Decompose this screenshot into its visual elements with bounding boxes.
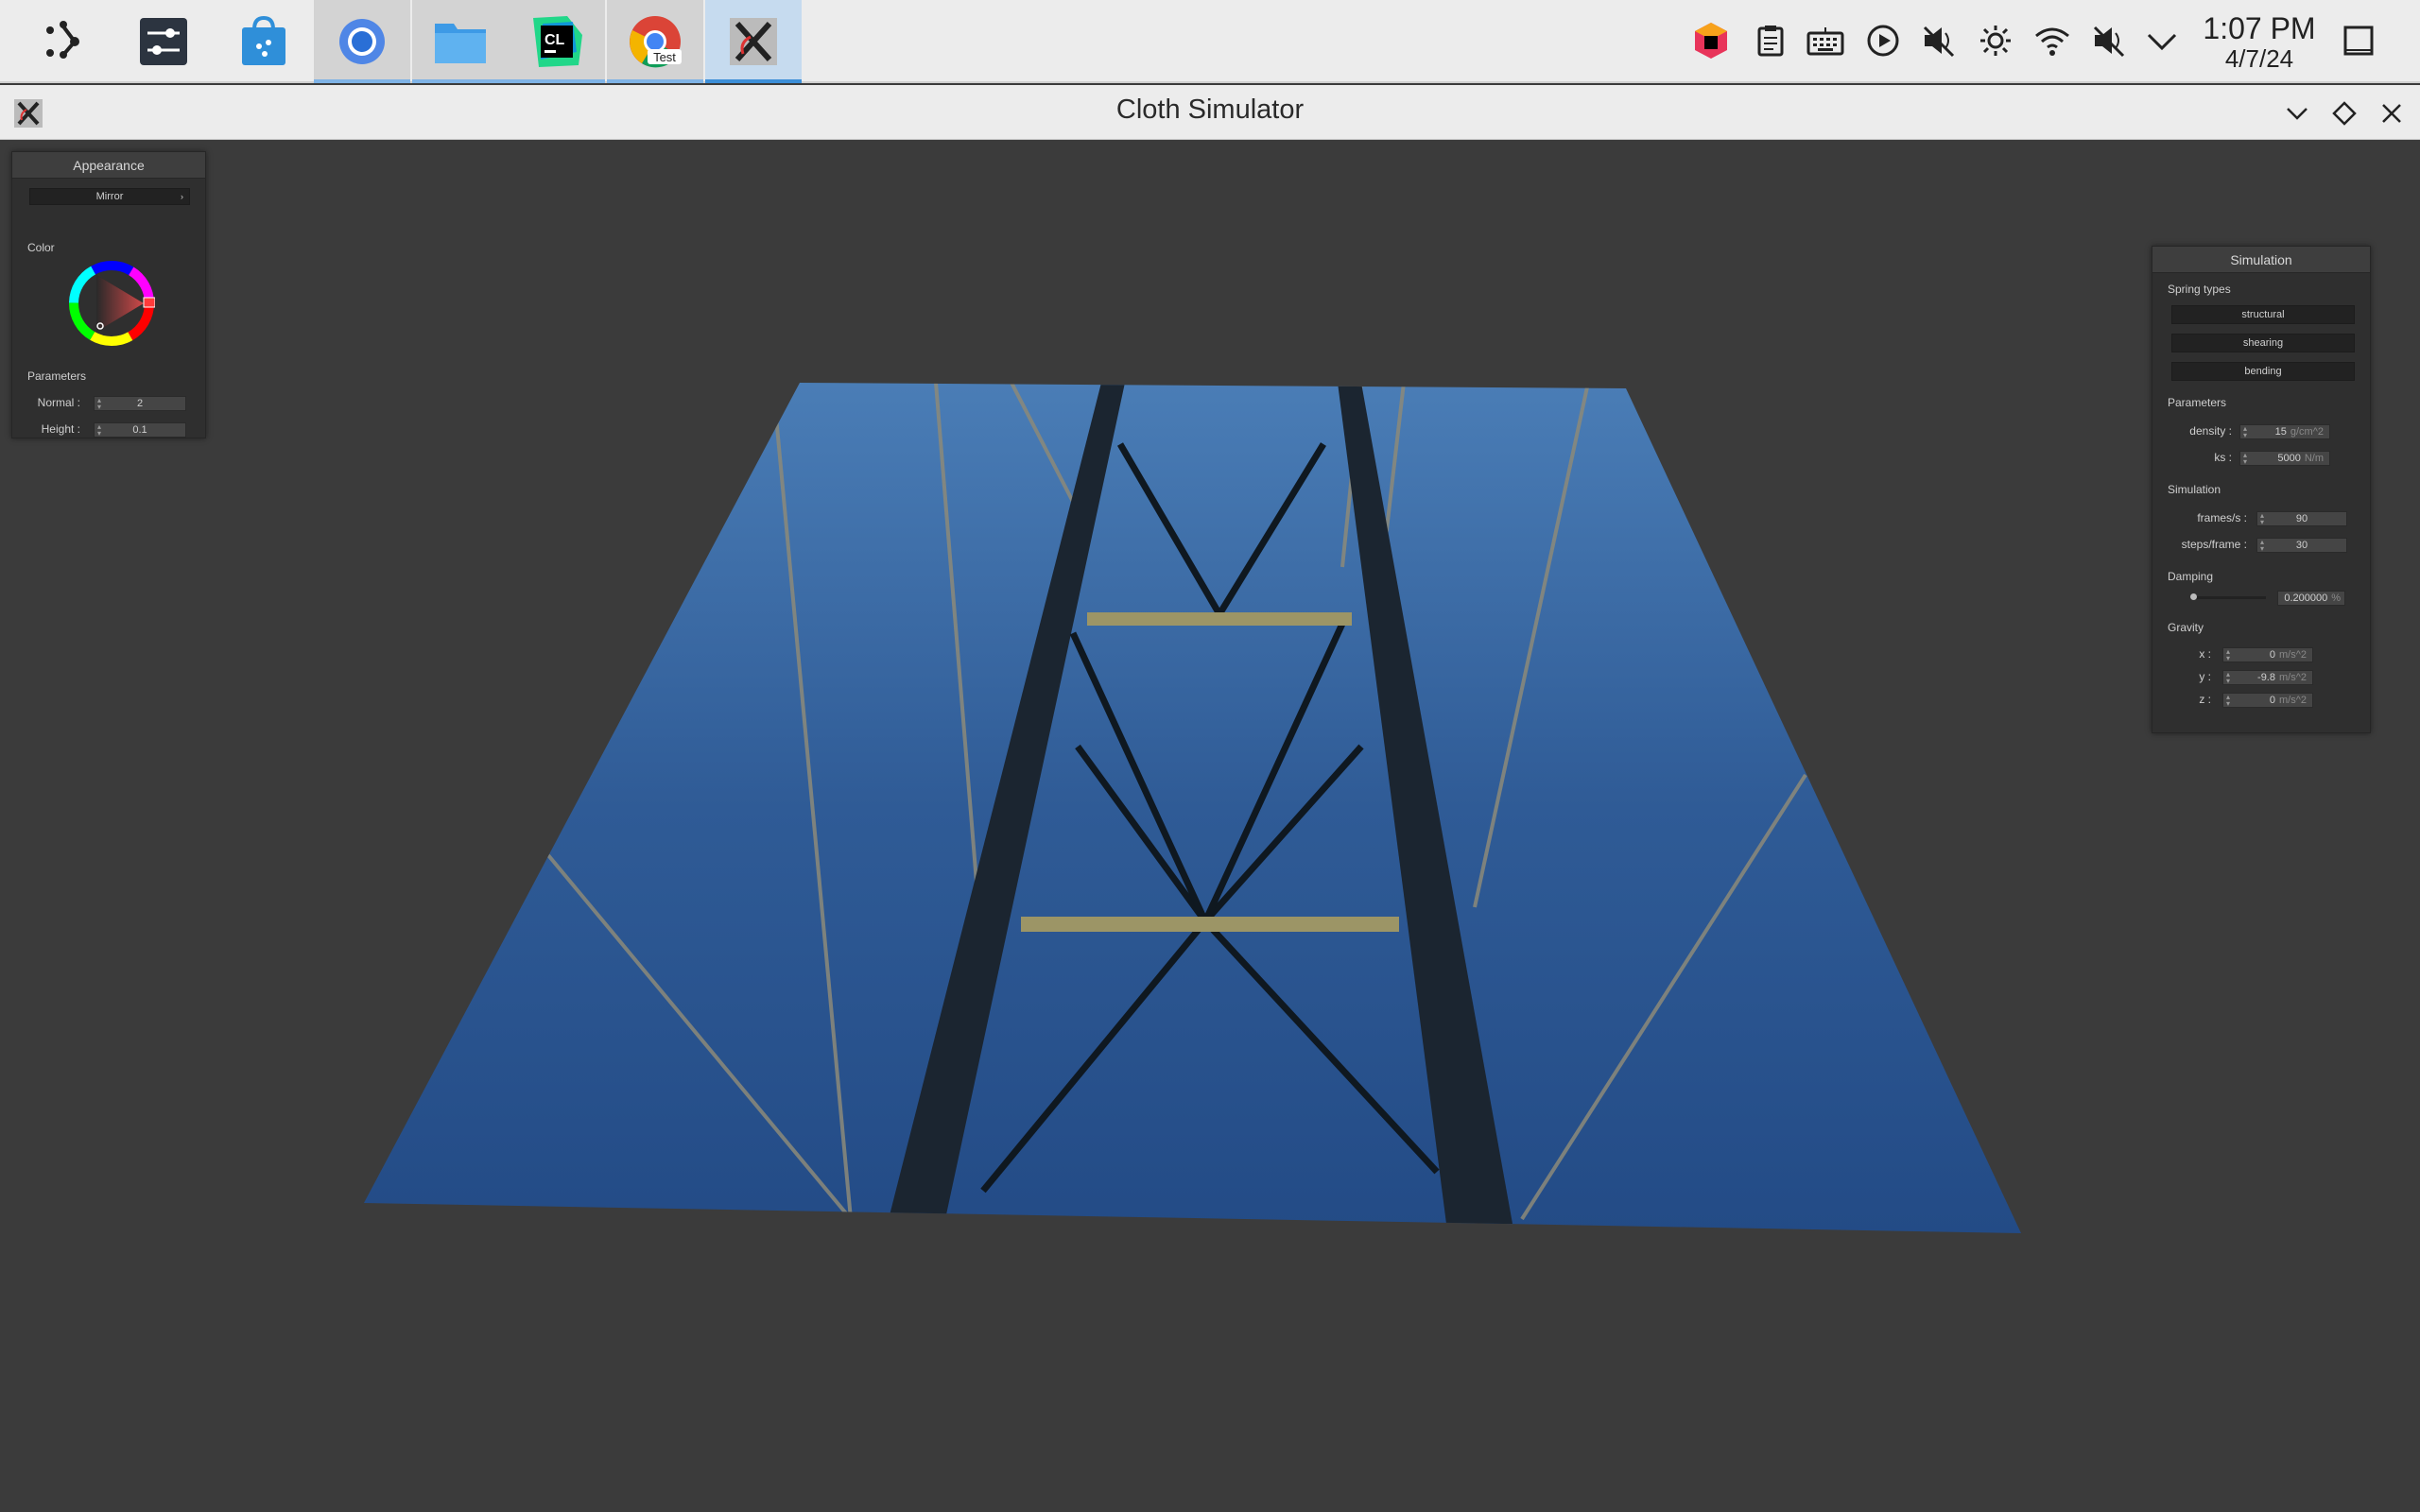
steps-value: 30	[2295, 540, 2308, 551]
density-label: density :	[2189, 424, 2232, 438]
spin-arrows-icon[interactable]: ▴ ▾	[97, 423, 101, 438]
chrome-test-icon[interactable]: Test	[607, 0, 703, 83]
spin-arrows-icon[interactable]: ▴ ▾	[97, 397, 101, 411]
spin-arrows-icon[interactable]: ▴ ▾	[2226, 671, 2230, 685]
gravity-y-value: -9.8	[2257, 672, 2275, 683]
normal-value: 2	[136, 398, 144, 409]
damping-slider-track[interactable]	[2190, 596, 2266, 599]
parameters-section-label: Parameters	[27, 369, 87, 383]
settings-icon[interactable]	[115, 0, 212, 83]
chevron-right-icon: ›	[181, 192, 183, 201]
structural-button[interactable]: structural	[2171, 305, 2355, 324]
show-desktop-icon[interactable]	[2337, 19, 2380, 62]
appearance-panel-header[interactable]: Appearance	[12, 152, 205, 179]
launcher-icon[interactable]	[15, 0, 112, 83]
speaker-muted-icon[interactable]	[1917, 19, 1961, 62]
cloth-surface	[364, 383, 2021, 1233]
app-store-icon[interactable]	[216, 0, 312, 83]
gravity-y-unit: m/s^2	[2279, 672, 2307, 683]
x-app-icon[interactable]	[705, 0, 802, 83]
spin-arrows-icon[interactable]: ▴ ▾	[2260, 539, 2264, 553]
svg-text:Test: Test	[653, 50, 676, 64]
gravity-z-value: 0	[2269, 695, 2275, 706]
height-label: Height :	[41, 422, 80, 436]
steps-field[interactable]: ▴ ▾ 30	[2256, 538, 2347, 553]
close-icon[interactable]	[2375, 96, 2409, 130]
gravity-y-field[interactable]: ▴ ▾ -9.8 m/s^2	[2222, 670, 2313, 685]
cloth-render[interactable]	[0, 140, 2420, 1512]
appearance-panel: Appearance Mirror › Color Parameters Nor…	[11, 151, 206, 438]
fps-label: frames/s :	[2197, 511, 2247, 524]
media-play-icon[interactable]	[1861, 19, 1905, 62]
window-titlebar: Cloth Simulator	[0, 85, 2420, 140]
spin-arrows-icon[interactable]: ▴ ▾	[2260, 512, 2264, 526]
shearing-button[interactable]: shearing	[2171, 334, 2355, 352]
color-section-label: Color	[27, 241, 55, 254]
microphone-muted-icon[interactable]	[2087, 19, 2131, 62]
gravity-z-field[interactable]: ▴ ▾ 0 m/s^2	[2222, 693, 2313, 708]
keyboard-icon[interactable]	[1804, 19, 1847, 62]
render-viewport[interactable]: Appearance Mirror › Color Parameters Nor…	[0, 140, 2420, 1512]
gravity-x-field[interactable]: ▴ ▾ 0 m/s^2	[2222, 647, 2313, 662]
height-field[interactable]: ▴ ▾ 0.1	[94, 422, 186, 438]
spin-arrows-icon[interactable]: ▴ ▾	[2226, 648, 2230, 662]
density-field[interactable]: ▴ ▾ 15 g/cm^2	[2239, 424, 2330, 439]
clion-icon[interactable]: CL	[509, 0, 605, 83]
gravity-y-label: y :	[2199, 670, 2211, 683]
ks-unit: N/m	[2304, 453, 2324, 464]
spin-arrows-icon[interactable]: ▴ ▾	[2243, 452, 2247, 466]
density-unit: g/cm^2	[2290, 426, 2324, 438]
window-title: Cloth Simulator	[1115, 94, 1305, 125]
gravity-z-unit: m/s^2	[2279, 695, 2307, 706]
bending-button[interactable]: bending	[2171, 362, 2355, 381]
spin-arrows-icon[interactable]: ▴ ▾	[2243, 425, 2247, 439]
clock-date: 4/7/24	[2224, 44, 2294, 73]
simulation-panel: Simulation Spring types structural shear…	[2152, 246, 2371, 733]
damping-unit: %	[2331, 593, 2341, 604]
files-icon[interactable]	[412, 0, 509, 83]
wifi-icon[interactable]	[2031, 19, 2074, 62]
expand-icon[interactable]	[2140, 19, 2184, 62]
damping-value: 0.200000	[2284, 593, 2328, 604]
gravity-x-label: x :	[2199, 647, 2211, 661]
chromium-icon[interactable]	[314, 0, 410, 83]
ks-field[interactable]: ▴ ▾ 5000 N/m	[2239, 451, 2330, 466]
damping-field[interactable]: 0.200000%	[2277, 591, 2345, 606]
appearance-mode-value: Mirror	[95, 191, 124, 202]
steps-label: steps/frame :	[2181, 538, 2247, 551]
appearance-mode-select[interactable]: Mirror ›	[29, 188, 190, 205]
ks-value: 5000	[2277, 453, 2301, 464]
damping-label: Damping	[2168, 570, 2214, 583]
height-value: 0.1	[132, 424, 147, 436]
density-value: 15	[2274, 426, 2287, 438]
clock-time: 1:07 PM	[2203, 11, 2316, 45]
gravity-x-value: 0	[2269, 649, 2275, 661]
ks-label: ks :	[2214, 451, 2232, 464]
gravity-z-label: z :	[2199, 693, 2211, 706]
maximize-icon[interactable]	[2327, 96, 2361, 130]
damping-slider-handle[interactable]	[2190, 593, 2197, 600]
minimize-icon[interactable]	[2280, 96, 2314, 130]
sim-parameters-label: Parameters	[2168, 396, 2227, 409]
taskbar: CL Test 1:07 PM 4/7/24	[0, 0, 2420, 83]
fps-value: 90	[2295, 513, 2308, 524]
svg-text:CL: CL	[544, 32, 565, 48]
spin-arrows-icon[interactable]: ▴ ▾	[2226, 694, 2230, 708]
gravity-x-unit: m/s^2	[2279, 649, 2307, 661]
jetbrains-toolbox-icon[interactable]	[1689, 19, 1733, 62]
simulation-panel-header[interactable]: Simulation	[2152, 247, 2370, 273]
clock[interactable]: 1:07 PM 4/7/24	[2193, 11, 2325, 72]
spring-types-label: Spring types	[2168, 283, 2231, 296]
normal-label: Normal :	[37, 396, 80, 409]
normal-field[interactable]: ▴ ▾ 2	[94, 396, 186, 411]
gravity-label: Gravity	[2168, 621, 2204, 634]
sim-simulation-label: Simulation	[2168, 483, 2221, 496]
clipboard-icon[interactable]	[1749, 19, 1792, 62]
brightness-icon[interactable]	[1974, 19, 2017, 62]
color-wheel[interactable]	[68, 260, 156, 347]
fps-field[interactable]: ▴ ▾ 90	[2256, 511, 2347, 526]
